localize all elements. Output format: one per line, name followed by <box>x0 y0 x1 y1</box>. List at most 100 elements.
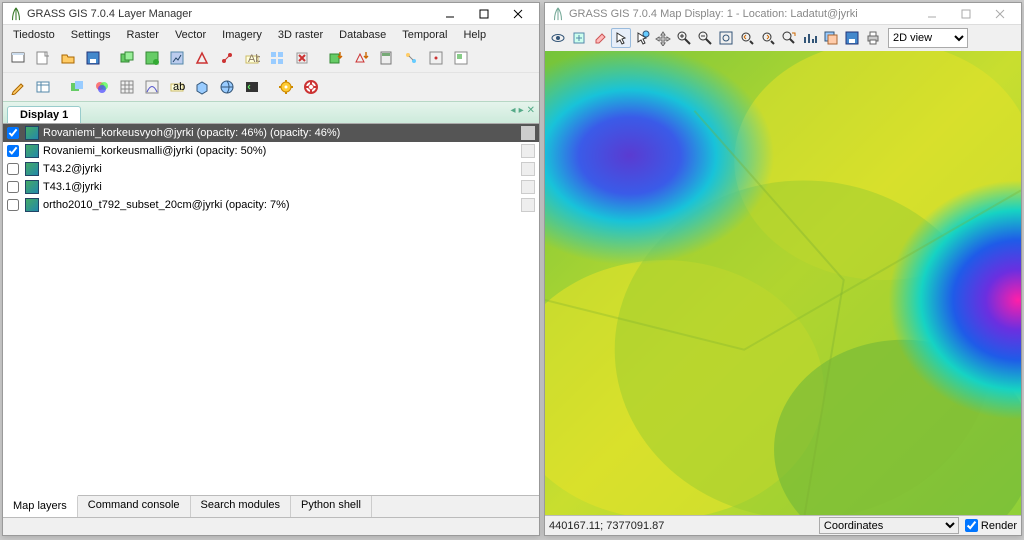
edit-vector-icon[interactable] <box>7 76 29 98</box>
menu-raster[interactable]: Raster <box>119 27 167 43</box>
layer-visibility-checkbox[interactable] <box>7 145 19 157</box>
zoom-in-icon[interactable] <box>674 28 694 48</box>
layer-label: T43.2@jyrki <box>43 163 517 175</box>
add-grid-icon[interactable] <box>116 76 138 98</box>
add-labels-icon[interactable]: abc <box>166 76 188 98</box>
layer-row[interactable]: Rovaniemi_korkeusvyoh@jyrki (opacity: 46… <box>3 124 539 142</box>
add-various-raster-icon[interactable] <box>66 76 88 98</box>
attribute-table-icon[interactable] <box>32 76 54 98</box>
display-tab[interactable]: Display 1 <box>7 106 81 123</box>
md-toolbar: 2D view <box>545 25 1021 51</box>
layer-opacity-handle[interactable] <box>521 144 535 158</box>
add-vector-icon[interactable] <box>191 47 213 69</box>
calculator-icon[interactable] <box>375 47 397 69</box>
open-workspace-icon[interactable] <box>57 47 79 69</box>
import-vector-icon[interactable] <box>350 47 372 69</box>
pan-icon[interactable] <box>653 28 673 48</box>
menu-database[interactable]: Database <box>331 27 394 43</box>
map-canvas[interactable] <box>545 51 1021 515</box>
add-overlay-icon[interactable]: Ab <box>241 47 263 69</box>
new-workspace-icon[interactable] <box>32 47 54 69</box>
tab-close-icon[interactable]: ✕ <box>527 105 535 116</box>
add-multiple-icon[interactable] <box>116 47 138 69</box>
minimize-button[interactable] <box>915 4 949 24</box>
add-wms-icon[interactable] <box>216 76 238 98</box>
help-lifering-icon[interactable] <box>300 76 322 98</box>
settings-gear-icon[interactable] <box>275 76 297 98</box>
zoom-next-icon[interactable] <box>758 28 778 48</box>
menu-imagery[interactable]: Imagery <box>214 27 270 43</box>
close-button[interactable] <box>983 4 1017 24</box>
import-raster-icon[interactable] <box>325 47 347 69</box>
add-group-icon[interactable] <box>266 47 288 69</box>
menu-vector[interactable]: Vector <box>167 27 214 43</box>
print-icon[interactable] <box>863 28 883 48</box>
redraw-icon[interactable] <box>569 28 589 48</box>
lm-menubar: Tiedosto Settings Raster Vector Imagery … <box>3 25 539 44</box>
raster-layer-icon <box>25 162 39 176</box>
add-vector-misc-icon[interactable] <box>216 47 238 69</box>
menu-3draster[interactable]: 3D raster <box>270 27 331 43</box>
menu-temporal[interactable]: Temporal <box>394 27 455 43</box>
render-map-icon[interactable] <box>548 28 568 48</box>
add-geodesic-icon[interactable] <box>141 76 163 98</box>
zoom-menu-icon[interactable] <box>779 28 799 48</box>
render-checkbox[interactable]: Render <box>965 519 1017 532</box>
md-window-buttons <box>915 4 1017 24</box>
tab-map-layers[interactable]: Map layers <box>3 495 78 517</box>
layer-tree[interactable]: Rovaniemi_korkeusvyoh@jyrki (opacity: 46… <box>3 123 539 495</box>
analyze-icon[interactable] <box>800 28 820 48</box>
tab-python-shell[interactable]: Python shell <box>291 496 372 517</box>
add-rgb-icon[interactable] <box>91 76 113 98</box>
tab-prev-icon[interactable]: ◂ <box>511 105 516 116</box>
raster-layer-icon <box>25 144 39 158</box>
layer-opacity-handle[interactable] <box>521 162 535 176</box>
layer-visibility-checkbox[interactable] <box>7 127 19 139</box>
georectify-icon[interactable] <box>425 47 447 69</box>
add-raster-icon[interactable] <box>141 47 163 69</box>
menu-help[interactable]: Help <box>455 27 494 43</box>
layer-visibility-checkbox[interactable] <box>7 163 19 175</box>
lm-statusbar <box>3 517 539 535</box>
pointer-icon[interactable] <box>611 28 631 48</box>
layer-row[interactable]: T43.2@jyrki <box>3 160 539 178</box>
view-mode-select[interactable]: 2D view <box>888 28 968 48</box>
save-workspace-icon[interactable] <box>82 47 104 69</box>
remove-layer-icon[interactable] <box>291 47 313 69</box>
close-button[interactable] <box>501 4 535 24</box>
layer-row[interactable]: T43.1@jyrki <box>3 178 539 196</box>
save-display-icon[interactable] <box>842 28 862 48</box>
render-checkbox-input[interactable] <box>965 519 978 532</box>
lm-titlebar[interactable]: GRASS GIS 7.0.4 Layer Manager <box>3 3 539 25</box>
add-raster-misc-icon[interactable] <box>166 47 188 69</box>
menu-settings[interactable]: Settings <box>63 27 119 43</box>
menu-file[interactable]: Tiedosto <box>5 27 63 43</box>
minimize-button[interactable] <box>433 4 467 24</box>
md-titlebar[interactable]: GRASS GIS 7.0.4 Map Display: 1 - Locatio… <box>545 3 1021 25</box>
maximize-button[interactable] <box>949 4 983 24</box>
add-command-icon[interactable] <box>241 76 263 98</box>
new-display-icon[interactable] <box>7 47 29 69</box>
zoom-last-icon[interactable] <box>737 28 757 48</box>
maximize-button[interactable] <box>467 4 501 24</box>
layer-opacity-handle[interactable] <box>521 126 535 140</box>
tab-next-icon[interactable]: ▸ <box>519 105 524 116</box>
overlay-elements-icon[interactable] <box>821 28 841 48</box>
modeler-icon[interactable] <box>400 47 422 69</box>
layer-visibility-checkbox[interactable] <box>7 181 19 193</box>
erase-icon[interactable] <box>590 28 610 48</box>
zoom-extent-icon[interactable] <box>716 28 736 48</box>
query-icon[interactable] <box>632 28 652 48</box>
raster-layer-icon <box>25 126 39 140</box>
cartographic-composer-icon[interactable] <box>450 47 472 69</box>
tab-command-console[interactable]: Command console <box>78 496 191 517</box>
layer-row[interactable]: ortho2010_t792_subset_20cm@jyrki (opacit… <box>3 196 539 214</box>
add-3draster-icon[interactable] <box>191 76 213 98</box>
status-mode-select[interactable]: Coordinates <box>819 517 959 534</box>
tab-search-modules[interactable]: Search modules <box>191 496 292 517</box>
layer-row[interactable]: Rovaniemi_korkeusmalli@jyrki (opacity: 5… <box>3 142 539 160</box>
layer-opacity-handle[interactable] <box>521 198 535 212</box>
layer-opacity-handle[interactable] <box>521 180 535 194</box>
layer-visibility-checkbox[interactable] <box>7 199 19 211</box>
zoom-out-icon[interactable] <box>695 28 715 48</box>
